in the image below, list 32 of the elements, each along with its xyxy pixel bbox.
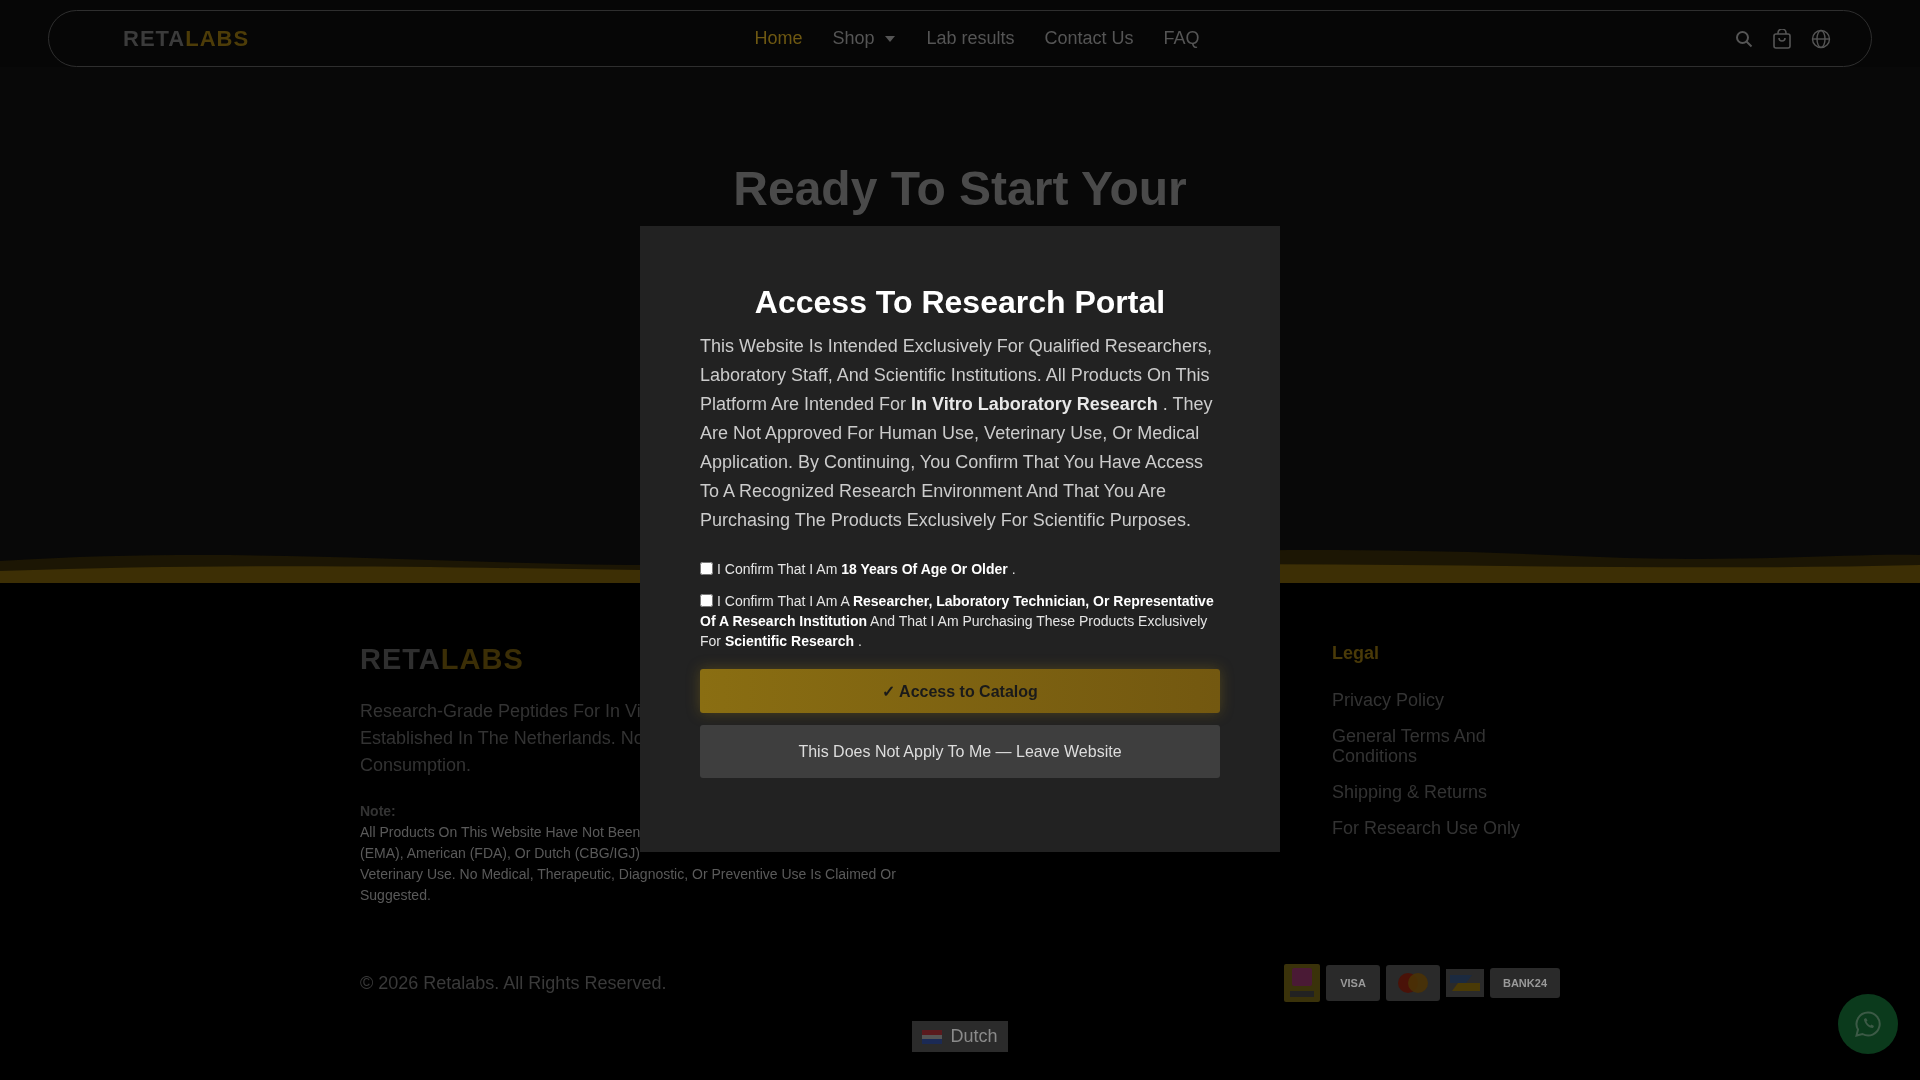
bancontact-icon [1446,969,1484,997]
confirmation-checkbox[interactable] [700,594,713,607]
legal-heading: Legal [1332,643,1380,664]
note-text: All Products On This Website Have Not Been [360,823,641,842]
whatsapp-icon [1854,1010,1882,1038]
bank-logo-icon: BANK24 [1490,968,1560,998]
nav-link[interactable]: Home [754,28,803,49]
wero-payment-icon [1284,964,1320,1002]
leave-website-button[interactable]: This Does Not Apply To Me — Leave Website [700,725,1220,778]
modal-description: This Website Is Intended Exclusively For Qualified Researchers, Laboratory Staff, And Scientific Institutions. All Products On This Platform Are Intended For In Vitro Laboratory Research . They Are Not Approved For Human Use, Veterinary Use, Or Medical Application. By Continuing, You Confirm That You Have Access To A Recognized Research Environment And That You Are Purchasing The Products Exclusively For Scientific Purposes. [700,335,1214,532]
confirmation-text: I Confirm That I Am 18 Years Of Age Or Older . [700,559,1220,579]
modal-title: Access To Research Portal [753,283,1167,322]
confirmation-checkbox[interactable] [700,562,713,575]
language-selector[interactable]: Dutch [912,1021,1008,1052]
hero-heading: Ready To Start Your [732,161,1188,213]
visa-card-icon: VISA [1326,965,1380,1001]
mastercard-icon [1386,965,1440,1001]
note-text: Suggested. [360,886,431,905]
confirmation-text: I Confirm That I Am A Researcher, Laboratory Technician, Or Representative Of A Research Institution And That I Am Purchasing These Products Exclusively For Scientific Research . [700,592,1215,651]
chat-button[interactable] [1838,994,1898,1054]
access-catalog-button[interactable]: ✓ Access to Catalog [700,669,1220,713]
search-icon[interactable] [1735,29,1753,48]
nav-link[interactable]: Contact Us [1044,28,1134,49]
globe-icon[interactable] [1811,28,1831,49]
nav-link[interactable]: Lab results [926,28,1015,49]
nav-link[interactable]: FAQ [1163,28,1200,49]
shopping-bag-icon[interactable] [1773,28,1791,49]
copyright-text: © 2026 Retalabs. All Rights Reserved. [360,972,667,994]
nav-link[interactable]: Shop [832,28,897,49]
note-text: (EMA), American (FDA), Or Dutch (CBG/IGJ) [360,844,641,863]
note-text: Veterinary Use. No Medical, Therapeutic, Diagnostic, Or Preventive Use Is Claimed Or [360,865,896,884]
flag-icon [922,1029,943,1044]
